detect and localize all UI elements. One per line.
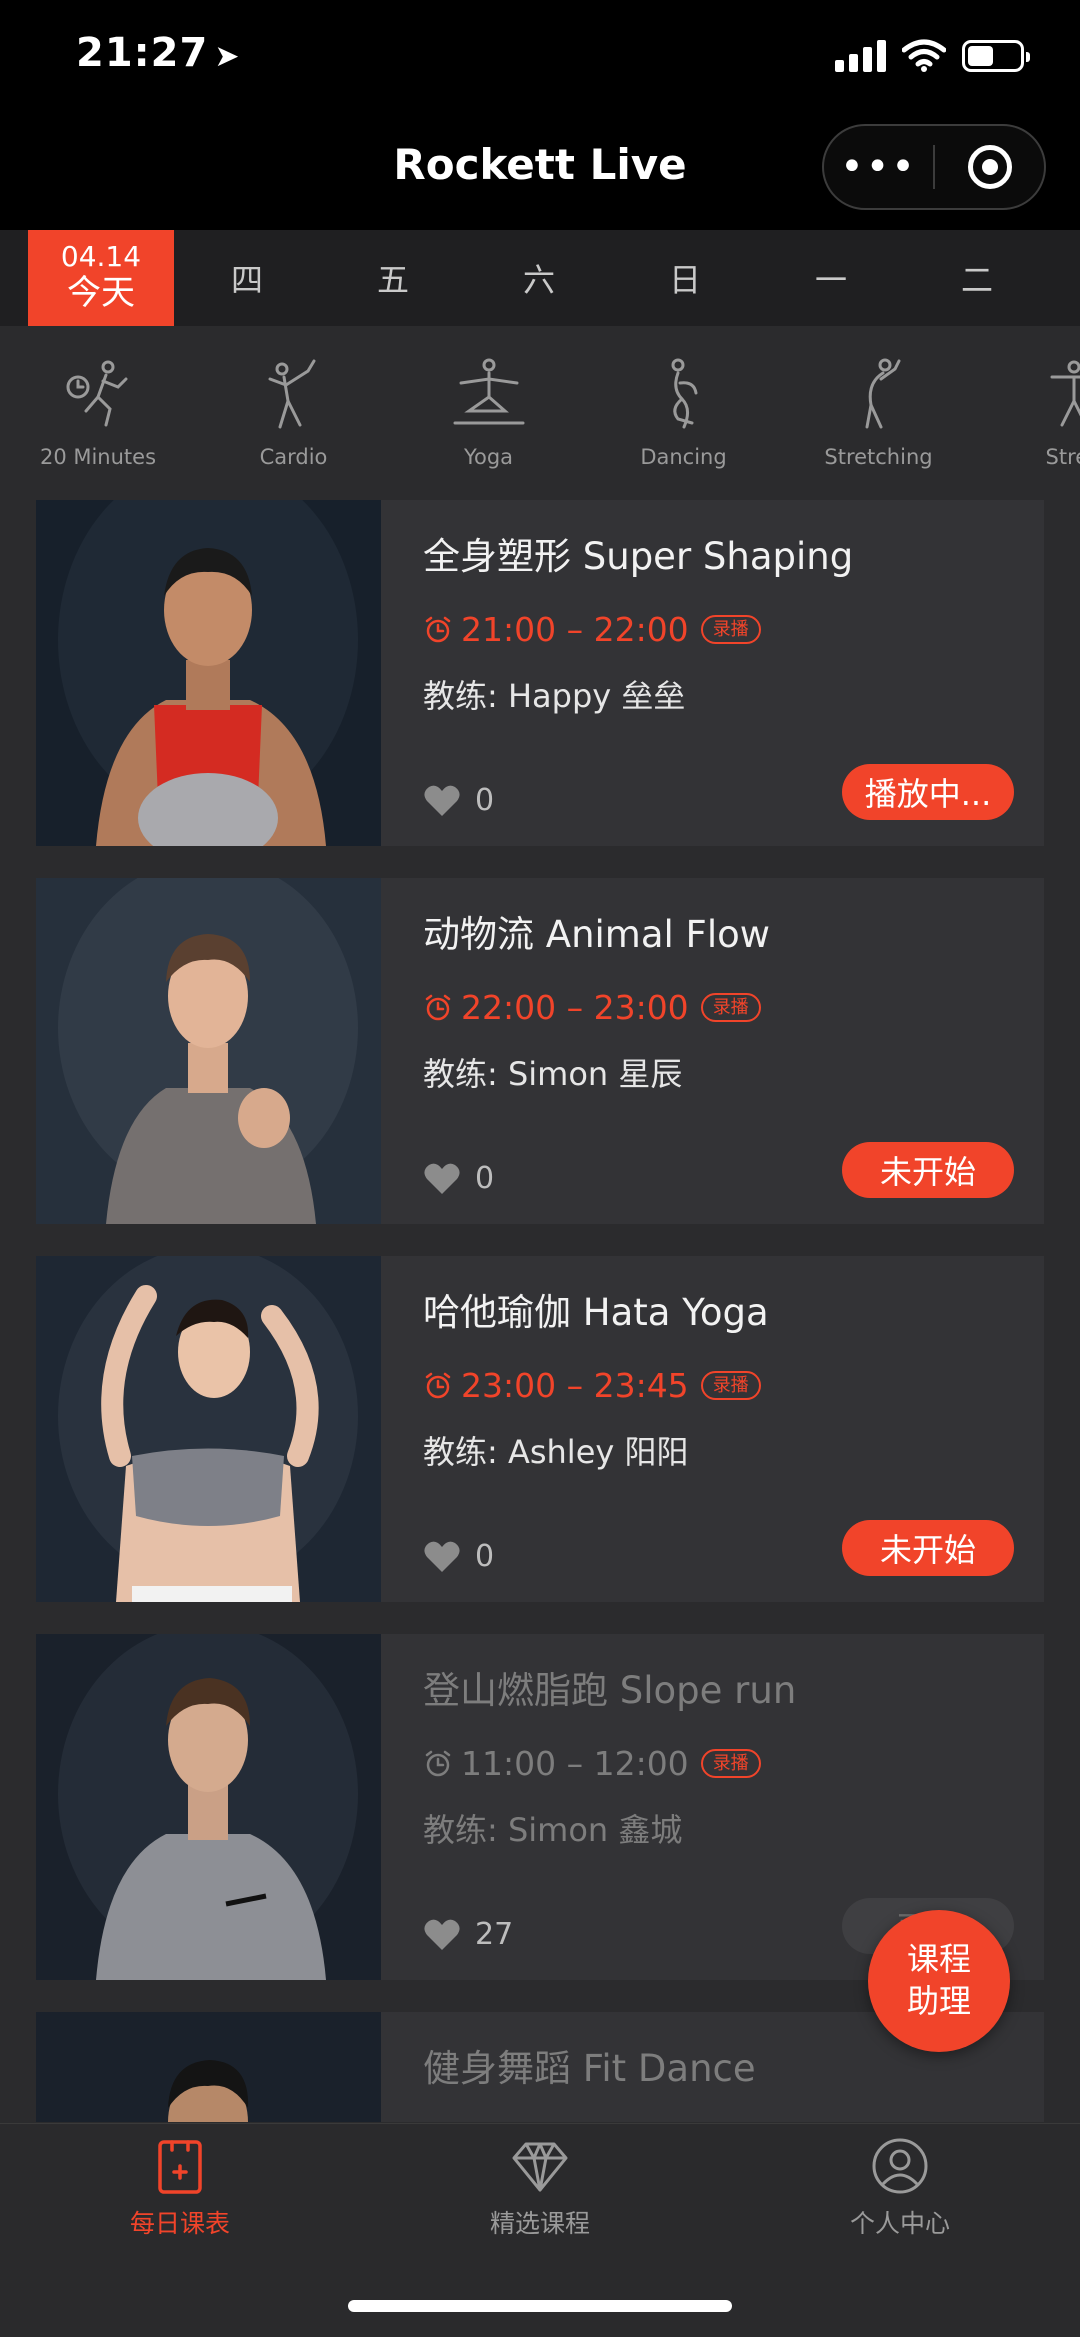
class-list: 全身塑形 Super Shaping 21:00 – 22:00 录播 教练: … (36, 500, 1044, 2154)
more-button[interactable]: ••• (824, 147, 933, 187)
class-title: 全身塑形 Super Shaping (423, 535, 854, 578)
heart-icon (424, 1919, 460, 1950)
class-title: 动物流 Animal Flow (423, 913, 771, 956)
tab-featured-courses[interactable]: 精选课程 (360, 2124, 720, 2252)
target-icon (967, 145, 1012, 189)
date-tab[interactable]: 一 (758, 230, 904, 326)
status-time: 21:27 ➤ (76, 30, 241, 76)
recorded-badge: 录播 (700, 992, 761, 1023)
alarm-clock-icon (425, 994, 451, 1020)
cardio-icon (268, 359, 315, 429)
heart-icon (424, 1163, 460, 1194)
wifi-icon (902, 39, 946, 72)
class-time: 22:00 – 23:00 录播 (423, 988, 1044, 1027)
close-button[interactable] (935, 145, 1044, 189)
coach-name: 教练: Simon 鑫城 (423, 1811, 683, 1849)
coach-photo (36, 500, 381, 846)
strength-icon (1050, 360, 1080, 427)
date-tab[interactable]: 四 (174, 230, 320, 326)
class-time: 23:00 – 23:45 录播 (423, 1366, 1044, 1405)
category-20-minutes[interactable]: 20 Minutes (0, 326, 196, 496)
yoga-icon (453, 358, 524, 425)
user-icon (872, 2138, 928, 2194)
category-strength[interactable]: Stren (976, 326, 1080, 496)
like-button[interactable]: 0 (423, 1161, 494, 1196)
like-button[interactable]: 27 (423, 1917, 513, 1952)
course-assistant-button[interactable]: 课程 助理 (868, 1910, 1010, 2052)
class-card[interactable]: 动物流 Animal Flow 22:00 – 23:00 录播 教练: Sim… (36, 878, 1044, 1224)
class-time: 21:00 – 22:00 录播 (423, 610, 1044, 649)
timer-runner-icon (66, 360, 128, 427)
class-card[interactable]: 哈他瑜伽 Hata Yoga 23:00 – 23:45 录播 教练: Ashl… (36, 1256, 1044, 1602)
alarm-clock-icon (425, 1372, 451, 1398)
dancing-icon (671, 358, 697, 429)
alarm-clock-icon (425, 1750, 451, 1776)
tab-profile[interactable]: 个人中心 (720, 2124, 1080, 2252)
like-button[interactable]: 0 (423, 783, 494, 818)
diamond-icon (512, 2142, 568, 2192)
cellular-signal-icon (835, 38, 886, 72)
tab-daily-schedule[interactable]: 每日课表 (0, 2124, 360, 2252)
class-info: 全身塑形 Super Shaping 21:00 – 22:00 录播 教练: … (381, 500, 1044, 846)
stretching-icon (865, 358, 900, 429)
top-bar: 21:27 ➤ Rockett Live ••• (0, 0, 1080, 230)
category-row: 20 Minutes Cardio Yoga Dancing Stretchin… (0, 326, 1080, 496)
coach-photo (36, 1634, 381, 1980)
class-status-button[interactable]: 播放中... (842, 764, 1014, 820)
alarm-clock-icon (425, 616, 451, 642)
class-time: 11:00 – 12:00 录播 (423, 1744, 1044, 1783)
calendar-icon (158, 2140, 202, 2194)
recorded-badge: 录播 (700, 1370, 761, 1401)
class-info: 哈他瑜伽 Hata Yoga 23:00 – 23:45 录播 教练: Ashl… (381, 1256, 1044, 1602)
status-icons (835, 38, 1030, 72)
mini-program-capsule: ••• (822, 124, 1046, 210)
coach-name: 教练: Happy 垒垒 (423, 677, 686, 715)
class-status-button[interactable]: 未开始 (842, 1142, 1014, 1198)
class-title: 登山燃脂跑 Slope run (423, 1669, 797, 1712)
category-stretching[interactable]: Stretching (781, 326, 976, 496)
coach-photo (36, 878, 381, 1224)
battery-icon (962, 40, 1030, 72)
coach-photo (36, 2012, 381, 2122)
home-indicator (348, 2300, 732, 2312)
coach-name: 教练: Simon 星辰 (423, 1055, 683, 1093)
coach-photo (36, 1256, 381, 1602)
recorded-badge: 录播 (700, 614, 761, 645)
class-title: 哈他瑜伽 Hata Yoga (423, 1291, 769, 1334)
date-tab[interactable]: 六 (466, 230, 612, 326)
category-cardio[interactable]: Cardio (196, 326, 391, 496)
category-dancing[interactable]: Dancing (586, 326, 781, 496)
class-info: 动物流 Animal Flow 22:00 – 23:00 录播 教练: Sim… (381, 878, 1044, 1224)
like-button[interactable]: 0 (423, 1539, 494, 1574)
date-selector: 04.14 今天 四 五 六 日 一 二 (0, 230, 1080, 326)
class-status-button[interactable]: 未开始 (842, 1520, 1014, 1576)
date-tab[interactable]: 五 (320, 230, 466, 326)
date-tab[interactable]: 二 (904, 230, 1050, 326)
coach-name: 教练: Ashley 阳阳 (423, 1433, 689, 1471)
recorded-badge: 录播 (700, 1748, 761, 1779)
location-arrow-icon: ➤ (214, 39, 241, 74)
heart-icon (424, 785, 460, 816)
date-tab[interactable]: 日 (612, 230, 758, 326)
class-card[interactable]: 全身塑形 Super Shaping 21:00 – 22:00 录播 教练: … (36, 500, 1044, 846)
date-tab-today[interactable]: 04.14 今天 (28, 230, 174, 326)
heart-icon (424, 1541, 460, 1572)
category-yoga[interactable]: Yoga (391, 326, 586, 496)
